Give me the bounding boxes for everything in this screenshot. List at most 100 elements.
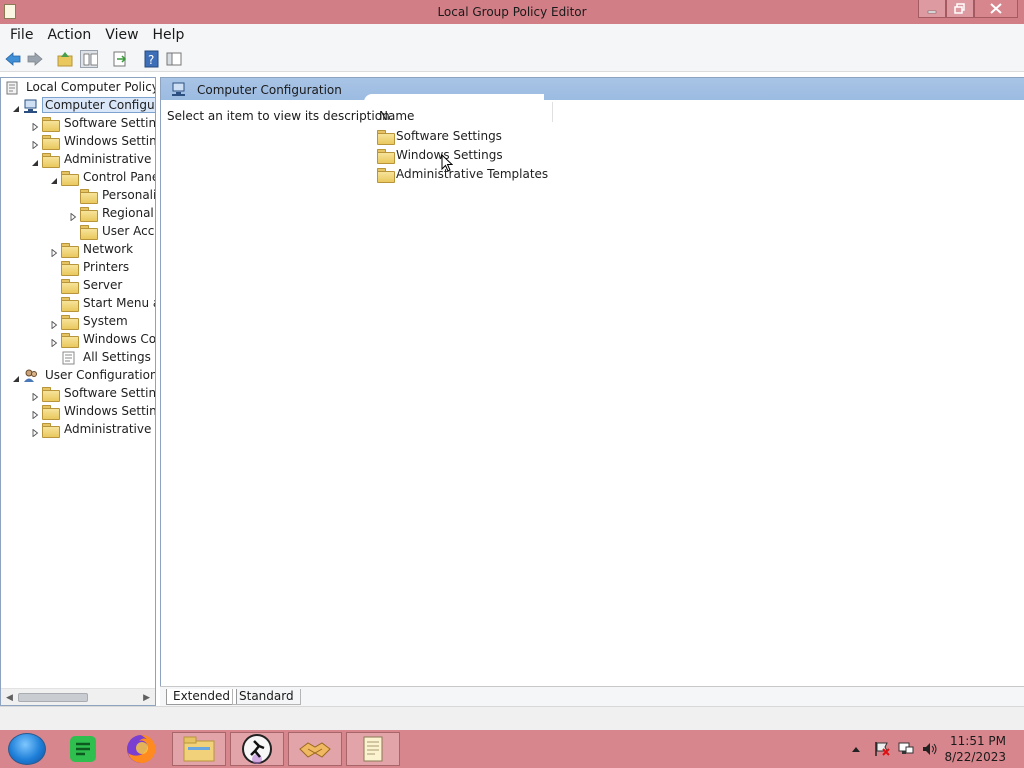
tree-item[interactable]: Administrative Ten (1, 421, 155, 439)
show-hide-tree-icon[interactable] (80, 50, 98, 68)
taskbar-app-runner[interactable] (230, 732, 284, 766)
folder-icon (61, 333, 79, 348)
maximize-button[interactable] (946, 0, 974, 18)
tree-item[interactable]: Control Panel (1, 169, 155, 187)
start-button[interactable] (8, 733, 46, 765)
collapsed-arrow-icon[interactable] (31, 138, 39, 150)
tree-item[interactable]: Start Menu an (1, 295, 155, 313)
taskbar-group-policy-editor[interactable] (346, 732, 400, 766)
folder-icon (61, 243, 79, 258)
folder-icon (42, 387, 60, 402)
menu-file[interactable]: File (3, 27, 40, 43)
forward-arrow-icon[interactable] (26, 50, 44, 68)
folder-icon (61, 297, 79, 312)
tree-item[interactable]: Software Settings (1, 115, 155, 133)
expanded-arrow-icon[interactable] (12, 372, 20, 382)
clock-date: 8/22/2023 (944, 750, 1006, 764)
folder-icon (61, 315, 79, 330)
action-center-flag-icon[interactable] (873, 741, 891, 768)
collapsed-arrow-icon[interactable] (50, 246, 58, 258)
notes-app-icon (70, 736, 96, 762)
window-title: Local Group Policy Editor (437, 5, 587, 19)
collapsed-arrow-icon[interactable] (31, 390, 39, 402)
collapsed-arrow-icon[interactable] (31, 426, 39, 438)
tree-item[interactable]: Windows Settings (1, 133, 155, 151)
menu-action[interactable]: Action (40, 27, 98, 43)
tree-horizontal-scrollbar[interactable]: ◀ ▶ (1, 688, 155, 705)
tree-label: Computer Configurati (42, 97, 155, 113)
tree-label: Printers (83, 260, 130, 274)
expanded-arrow-icon[interactable] (31, 156, 39, 166)
minimize-icon (927, 10, 937, 13)
back-arrow-icon[interactable] (4, 50, 22, 68)
scroll-right-icon[interactable]: ▶ (143, 693, 150, 703)
collapsed-arrow-icon[interactable] (31, 408, 39, 420)
tree-item[interactable]: Printers (1, 259, 155, 277)
tree-item[interactable]: All Settings (1, 349, 155, 367)
tree-item[interactable]: Windows Settings (1, 403, 155, 421)
tree-label: User Acco (102, 224, 156, 238)
folder-icon (377, 168, 395, 183)
folder-icon (61, 171, 79, 186)
tree-label: Server (83, 278, 123, 292)
taskbar: 11:51 PM 8/22/2023 (0, 730, 1024, 768)
volume-icon[interactable] (921, 741, 939, 768)
folder-icon (377, 130, 395, 145)
firefox-icon (127, 734, 156, 763)
collapsed-arrow-icon[interactable] (69, 210, 77, 222)
close-button[interactable] (974, 0, 1018, 18)
window-controls (918, 0, 1018, 18)
folder-icon (42, 423, 60, 438)
column-header-name[interactable]: Name (379, 109, 414, 123)
up-folder-icon[interactable] (56, 50, 74, 68)
tab-extended[interactable]: Extended (166, 689, 237, 705)
taskbar-notes-app[interactable] (56, 732, 110, 766)
tree-item[interactable]: Computer Configurati (1, 97, 155, 115)
folder-icon (42, 135, 60, 150)
folder-icon (42, 405, 60, 420)
taskbar-handshake-app[interactable] (288, 732, 342, 766)
scrollbar-thumb[interactable] (18, 693, 88, 702)
taskbar-firefox[interactable] (114, 732, 168, 766)
tree-label: Personaliz (102, 188, 155, 202)
console-tree[interactable]: Local Computer Policy Computer Configura… (0, 77, 156, 706)
policy-scroll-icon (363, 736, 383, 762)
help-icon[interactable]: ? (143, 50, 161, 68)
column-divider[interactable] (552, 102, 553, 122)
tree-item[interactable]: User Configuration (1, 367, 155, 385)
expanded-arrow-icon[interactable] (12, 102, 20, 112)
scroll-left-icon[interactable]: ◀ (6, 693, 13, 703)
tree-item-root[interactable]: Local Computer Policy (1, 79, 155, 97)
folder-icon (61, 261, 79, 276)
tree-item[interactable]: Personaliz (1, 187, 155, 205)
tree-item[interactable]: Network (1, 241, 155, 259)
tree-label: Regional a (102, 206, 155, 220)
close-icon (990, 3, 1002, 14)
tree-item[interactable]: Software Settings (1, 385, 155, 403)
export-list-icon[interactable] (111, 50, 129, 68)
system-clock[interactable]: 11:51 PM 8/22/2023 (944, 733, 1006, 765)
tree-item[interactable]: User Acco (1, 223, 155, 241)
tab-standard[interactable]: Standard (232, 689, 301, 705)
collapsed-arrow-icon[interactable] (50, 336, 58, 348)
menu-help[interactable]: Help (146, 27, 192, 43)
collapsed-arrow-icon[interactable] (50, 318, 58, 330)
menu-bar: File Action View Help (0, 24, 1024, 46)
properties-view-icon[interactable] (165, 50, 183, 68)
minimize-button[interactable] (918, 0, 946, 18)
network-icon[interactable] (897, 741, 915, 768)
tree-item[interactable]: Regional a (1, 205, 155, 223)
tree-item[interactable]: Windows Com (1, 331, 155, 349)
menu-view[interactable]: View (98, 27, 145, 43)
computer-icon (171, 82, 187, 96)
folder-icon (80, 225, 98, 240)
tree-item[interactable]: Administrative Ten (1, 151, 155, 169)
expanded-arrow-icon[interactable] (50, 174, 58, 184)
show-hidden-icons-icon[interactable] (851, 744, 861, 768)
tree-item[interactable]: Server (1, 277, 155, 295)
tree-item[interactable]: System (1, 313, 155, 331)
users-icon (23, 369, 39, 383)
collapsed-arrow-icon[interactable] (31, 120, 39, 132)
taskbar-file-explorer[interactable] (172, 732, 226, 766)
tree-label: Start Menu an (83, 296, 155, 310)
